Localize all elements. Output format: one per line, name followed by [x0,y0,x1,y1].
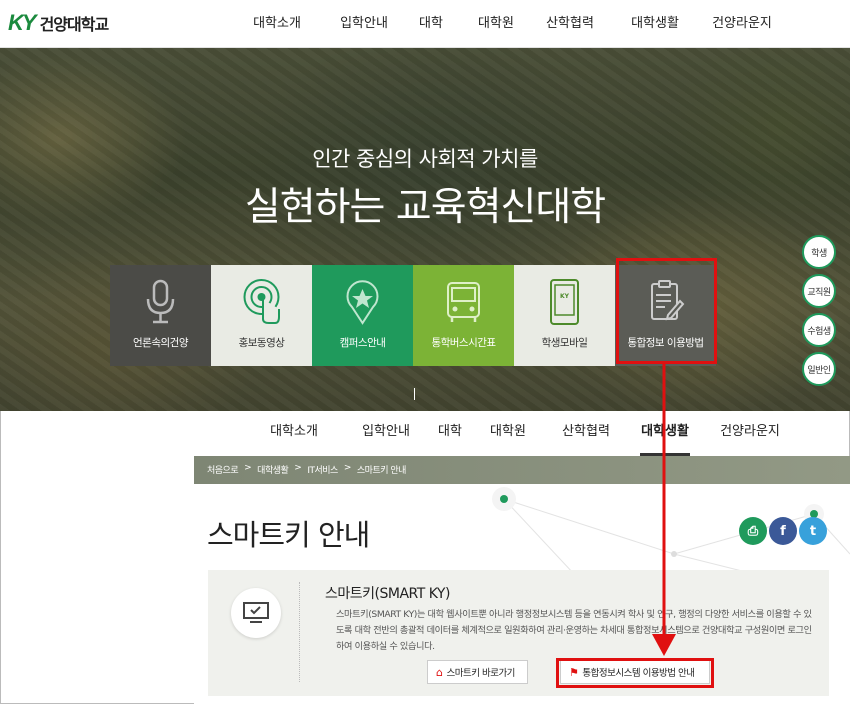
red-arrow [652,364,676,656]
